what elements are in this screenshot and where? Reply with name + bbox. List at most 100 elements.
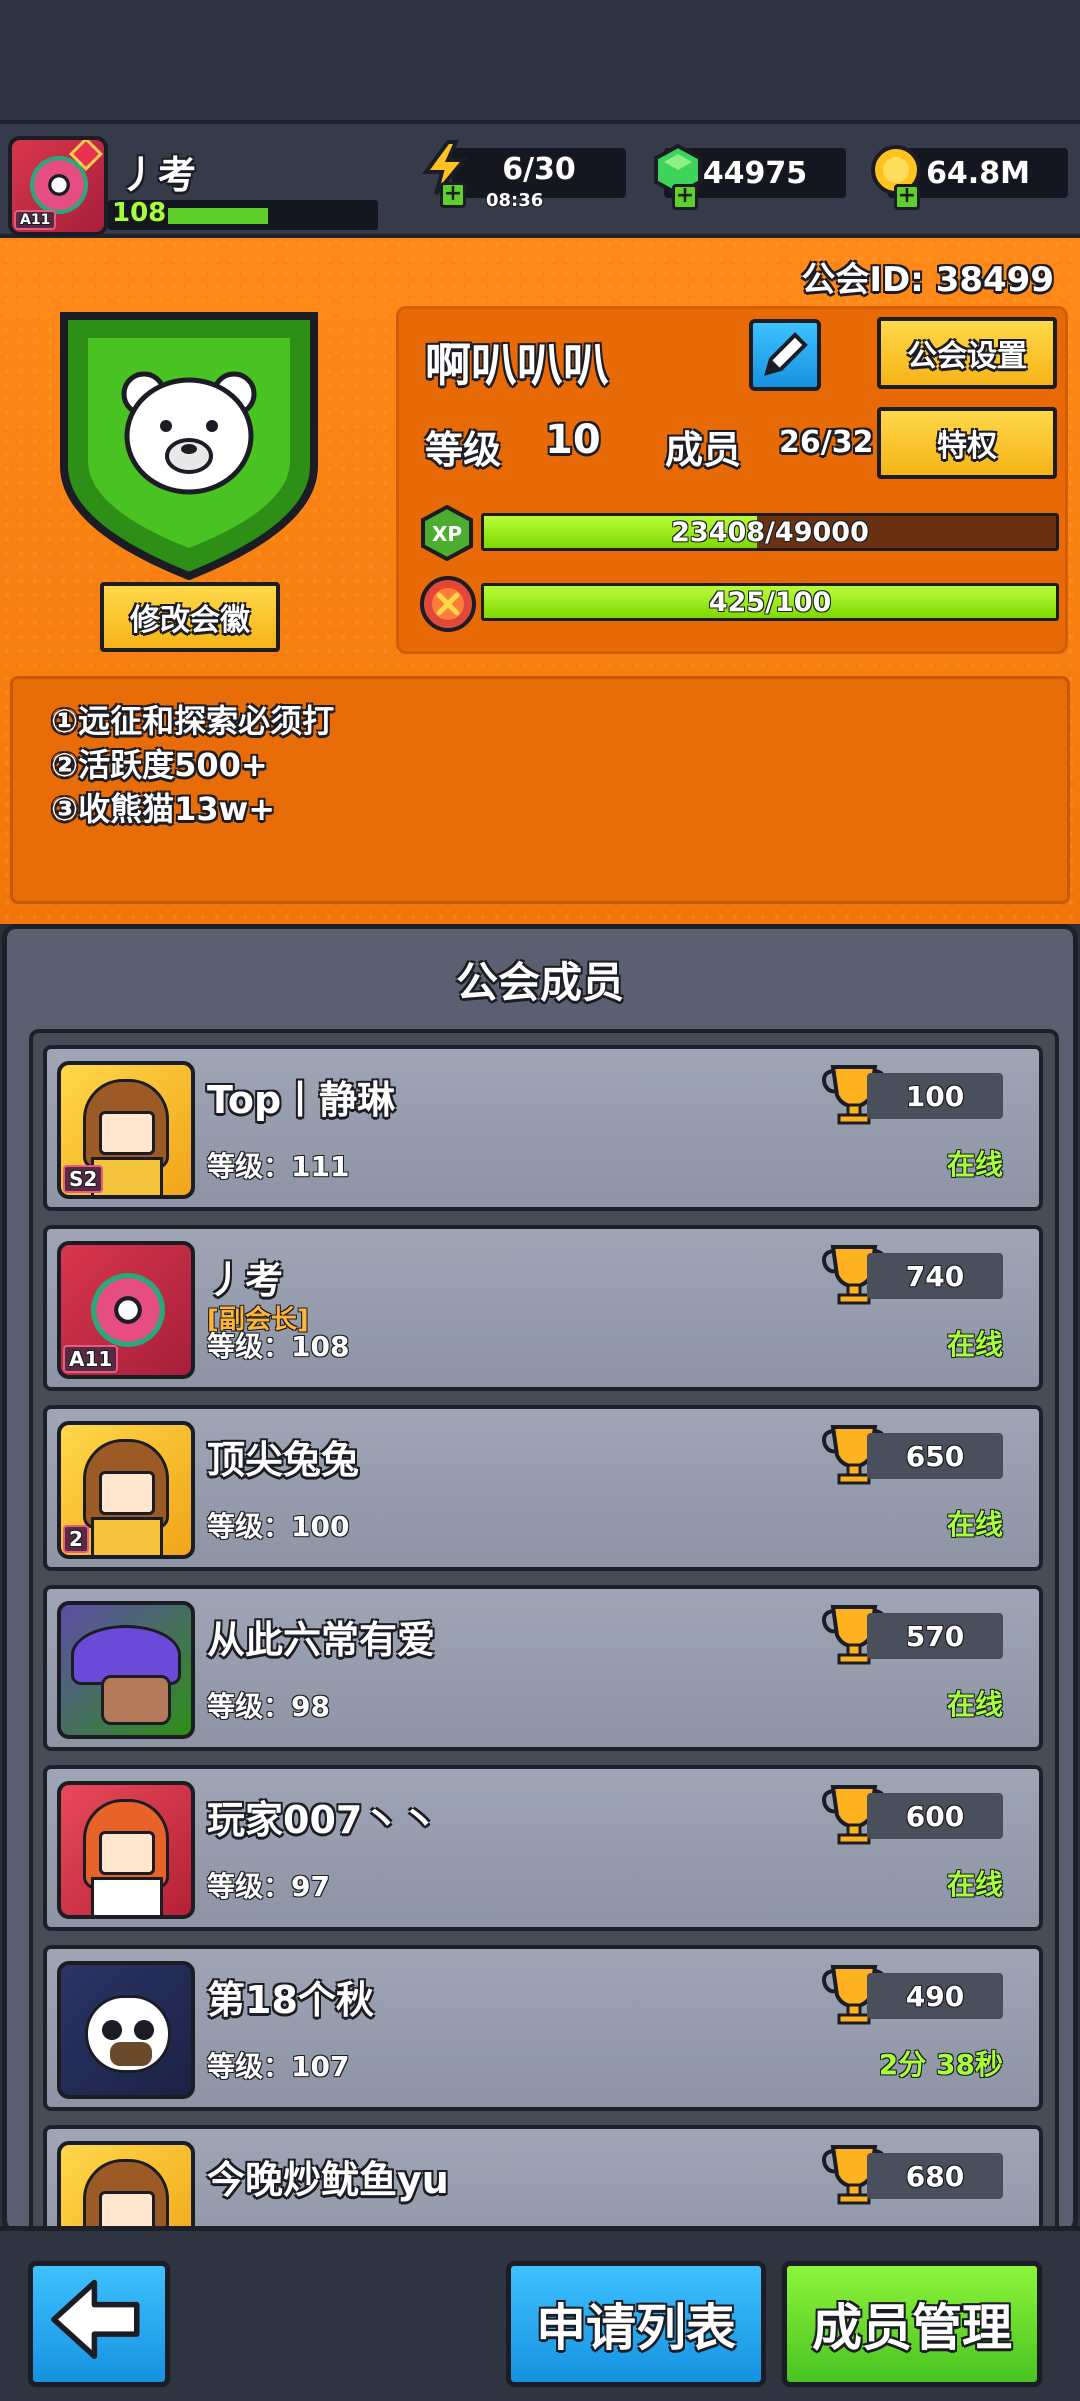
member-manage-button[interactable]: 成员管理 (782, 2261, 1042, 2387)
add-coin-button[interactable]: + (894, 184, 920, 210)
member-level: 等级：107 (207, 2050, 350, 2083)
creature-avatar-art (101, 1675, 171, 1725)
member-row[interactable]: 第18个秋等级：107 490 2分 38秒 (43, 1945, 1043, 2111)
guild-notice[interactable]: ①远征和探索必须打 ②活跃度500+ ③收熊猫13w+ (10, 676, 1070, 904)
member-level: 等级：108 (207, 1330, 350, 1363)
guild-settings-button[interactable]: 公会设置 (877, 317, 1057, 389)
member-status: 在线 (946, 1328, 1003, 1361)
member-level: 等级：97 (207, 1870, 330, 1903)
add-energy-button[interactable]: + (440, 182, 466, 208)
member-name: Top丨静琳 (207, 1078, 396, 1122)
members-title: 公会成员 (455, 958, 624, 1007)
member-avatar[interactable] (57, 1601, 195, 1739)
member-trophies: 680 (867, 2153, 1003, 2199)
guild-info-card: 啊叭叭叭 公会设置 等级 10 成员 26/32 特权 XP 23408/490… (396, 306, 1068, 654)
guild-level-label: 等级 (425, 428, 502, 472)
guild-xp-text: 23408/49000 (671, 516, 869, 548)
flower-avatar-art (91, 1273, 165, 1347)
member-row[interactable]: 玩家007丶丶等级：97 600 在线 (43, 1765, 1043, 1931)
pencil-icon (764, 332, 808, 376)
member-name: 丿考 (207, 1258, 284, 1302)
member-status: 在线 (946, 1508, 1003, 1541)
panda-avatar-art (85, 1995, 171, 2073)
member-row[interactable]: 从此六常有爱等级：98 570 在线 (43, 1585, 1043, 1751)
member-name: 今晚炒鱿鱼yu (207, 2158, 449, 2202)
face-art (99, 1471, 155, 1515)
member-trophies: 600 (867, 1793, 1003, 1839)
player-xp-fill (168, 208, 268, 224)
member-status: 在线 (946, 1688, 1003, 1721)
rename-button[interactable] (749, 319, 821, 391)
member-avatar[interactable] (57, 2141, 195, 2235)
member-avatar[interactable]: S2 (57, 1061, 195, 1199)
xp-icon: XP (421, 505, 473, 561)
guild-xp-bar: 23408/49000 (481, 513, 1059, 551)
member-trophies: 570 (867, 1613, 1003, 1659)
member-avatar[interactable]: 2 (57, 1421, 195, 1559)
member-avatar[interactable] (57, 1961, 195, 2099)
avatar-rank-badge: 2 (63, 1525, 89, 1553)
guild-members-value: 26/32 (779, 425, 874, 460)
member-trophies: 740 (867, 1253, 1003, 1299)
bottom-action-bar: 申请列表 成员管理 (0, 2226, 1080, 2401)
coin-value: 64.8M (926, 155, 1030, 191)
guild-level-value: 10 (545, 417, 601, 463)
notice-line: ③收熊猫13w+ (51, 790, 276, 828)
member-level: 等级：111 (207, 1150, 350, 1183)
member-name: 玩家007丶丶 (207, 1798, 439, 1842)
back-button[interactable] (28, 2261, 170, 2387)
energy-timer: 08:36 (486, 190, 544, 211)
member-avatar[interactable] (57, 1781, 195, 1919)
guild-info-panel: 公会ID: 38499 修改会徽 啊叭叭叭 公会设置 等级 10 成员 26/3… (0, 238, 1080, 924)
face-art (99, 1831, 155, 1875)
guild-name: 啊叭叭叭 (425, 338, 609, 392)
member-trophies: 490 (867, 1973, 1003, 2019)
member-list[interactable]: S2 Top丨静琳 等级：111 100 在线 A11 丿考 [副会长] 等级：108 740 在线… (29, 1029, 1059, 2239)
body-art (91, 1517, 163, 1555)
player-hud: A11 丿考 108 6/30 08:36 + 44975 + 64.8M + (0, 120, 1080, 238)
guild-members-label: 成员 (665, 428, 742, 472)
guild-activity-text: 425/100 (708, 586, 832, 618)
member-name: 第18个秋 (207, 1978, 374, 2022)
gem-value: 44975 (702, 155, 808, 191)
member-avatar[interactable]: A11 (57, 1241, 195, 1379)
status-bar (0, 0, 1080, 120)
add-gem-button[interactable]: + (672, 184, 698, 210)
avatar-rank-badge: A11 (63, 1345, 119, 1373)
member-row[interactable]: A11 丿考 [副会长] 等级：108 740 在线 (43, 1225, 1043, 1391)
apply-list-button[interactable]: 申请列表 (506, 2261, 766, 2387)
svg-text:XP: XP (432, 522, 462, 546)
guild-members-panel: 公会成员 S2 Top丨静琳 等级：111 100 在线 A11 丿考 [副会长] 等级：108… (2, 924, 1078, 2239)
edit-emblem-button[interactable]: 修改会徽 (100, 582, 280, 652)
bear-icon (121, 371, 257, 495)
notice-line: ①远征和探索必须打 (51, 702, 335, 740)
member-row[interactable]: S2 Top丨静琳等级：111 100 在线 (43, 1045, 1043, 1211)
guild-id: 公会ID: 38499 (801, 260, 1054, 300)
member-row[interactable]: 2 顶尖兔兔等级：100 650 在线 (43, 1405, 1043, 1571)
face-art (99, 1111, 155, 1155)
player-name: 丿考 (120, 153, 197, 197)
member-status: 在线 (946, 1148, 1003, 1181)
member-status: 在线 (946, 1868, 1003, 1901)
energy-value: 6/30 (502, 151, 576, 187)
back-arrow-icon (51, 2279, 140, 2359)
member-name: 顶尖兔兔 (207, 1438, 360, 1482)
activity-icon (420, 576, 476, 632)
guild-emblem[interactable] (44, 296, 334, 586)
privilege-button[interactable]: 特权 (877, 407, 1057, 479)
member-status: 2分 38秒 (878, 2048, 1003, 2081)
notice-line: ②活跃度500+ (51, 746, 268, 784)
member-trophies: 100 (867, 1073, 1003, 1119)
member-level: 等级：98 (207, 1690, 330, 1723)
avatar-rank-badge: S2 (63, 1165, 104, 1193)
player-avatar[interactable]: A11 (8, 136, 108, 236)
avatar-rank-badge: A11 (14, 210, 57, 230)
guild-activity-bar: 425/100 (481, 583, 1059, 621)
member-level: 等级：100 (207, 1510, 350, 1543)
member-row[interactable]: 今晚炒鱿鱼yu 680 (43, 2125, 1043, 2235)
member-trophies: 650 (867, 1433, 1003, 1479)
member-name: 从此六常有爱 (207, 1618, 436, 1662)
body-art (91, 1877, 163, 1915)
player-xp-bar: 108 (108, 198, 378, 230)
player-level: 108 (112, 198, 167, 228)
